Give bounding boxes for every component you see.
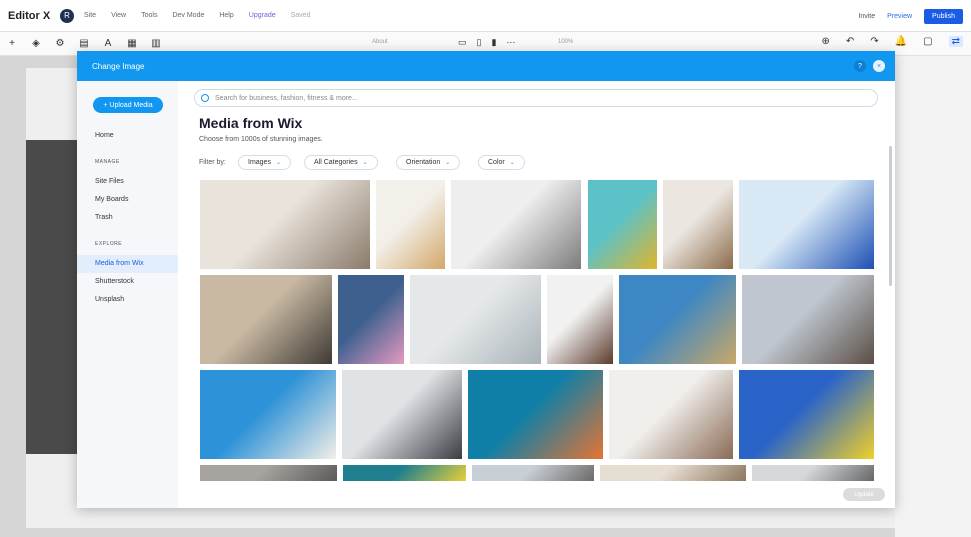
invite-button[interactable]: Invite (858, 13, 875, 20)
nav-trash[interactable]: Trash (95, 214, 113, 221)
search-placeholder: Search for business, fashion, fitness & … (215, 94, 358, 102)
page-selector[interactable]: About (372, 39, 388, 45)
filter-color-label: Color (488, 159, 505, 166)
image-tile-woman-yellow-coat[interactable] (588, 180, 657, 269)
menu-upgrade[interactable]: Upgrade (249, 12, 276, 19)
dialog-footer: Update (178, 481, 895, 508)
grid-scrollbar[interactable] (889, 146, 892, 286)
upload-media-button[interactable]: + Upload Media (93, 97, 163, 113)
image-tile-twins-mountain[interactable] (338, 275, 404, 364)
redo-icon[interactable]: ↷ (870, 36, 878, 47)
filter-label: Filter by: (199, 159, 226, 166)
chevron-down-icon: ⌄ (509, 160, 515, 166)
search-icon (201, 94, 209, 102)
help-icon[interactable]: ? (854, 60, 866, 72)
menu-view[interactable]: View (111, 12, 126, 19)
undo-icon[interactable]: ↶ (846, 36, 854, 47)
avatar[interactable]: R (60, 8, 74, 23)
dialog-header: Change Image ? × (77, 51, 895, 81)
image-tile-interior-plant[interactable] (663, 180, 733, 269)
nav-heading-explore: EXPLORE (95, 241, 123, 247)
filter-orientation-label: Orientation (406, 159, 441, 166)
comments-icon[interactable]: ▢ (923, 36, 932, 47)
image-tile-row4-d[interactable] (600, 465, 746, 481)
menu-site[interactable]: Site (84, 12, 96, 19)
search-input[interactable]: Search for business, fashion, fitness & … (194, 89, 878, 107)
menu-help[interactable]: Help (219, 12, 233, 19)
image-tile-students-chatting[interactable] (742, 275, 874, 364)
page-title: Media from Wix (199, 115, 303, 131)
page-subtitle: Choose from 1000s of stunning images. (199, 136, 323, 143)
close-icon[interactable]: × (873, 60, 885, 72)
image-tile-woman-white-shirt[interactable] (547, 275, 613, 364)
table-icon[interactable]: ▥ (144, 38, 168, 49)
mobile-icon[interactable]: ▮ (491, 37, 496, 48)
filter-orientation[interactable]: Orientation ⌄ (396, 155, 461, 170)
chevron-down-icon: ⌄ (275, 160, 281, 166)
image-tile-office-wheelchair[interactable] (451, 180, 581, 269)
image-tile-couple-kitchen[interactable] (609, 370, 733, 459)
change-image-dialog: Change Image ? × + Upload Media Home MAN… (77, 51, 895, 508)
filter-images[interactable]: Images ⌄ (238, 155, 291, 170)
menu-tools[interactable]: Tools (141, 12, 157, 19)
text-style-icon[interactable]: A (96, 38, 120, 49)
image-tile-flower-vase-blue[interactable] (200, 370, 336, 459)
top-bar: Editor X R Site View Tools Dev Mode Help… (0, 0, 971, 32)
filter-categories[interactable]: All Categories ⌄ (304, 155, 378, 170)
desktop-icon[interactable]: ▭ (458, 37, 467, 48)
image-tile-corridor-walkers[interactable] (342, 370, 462, 459)
dialog-sidebar: + Upload Media Home MANAGE Site Files My… (77, 81, 178, 508)
nav-my-boards[interactable]: My Boards (95, 196, 128, 203)
image-tile-row4-e[interactable] (752, 465, 874, 481)
image-tile-orange-flowers[interactable] (468, 370, 603, 459)
nav-media-from-wix[interactable]: Media from Wix (95, 260, 144, 267)
tablet-icon[interactable]: ▯ (477, 37, 482, 48)
inspector-icon[interactable]: ⇄ (948, 36, 963, 47)
image-tile-cafe-workspace[interactable] (200, 275, 332, 364)
add-icon[interactable]: + (0, 38, 24, 49)
nav-heading-manage: MANAGE (95, 159, 120, 165)
image-tile-row4-b[interactable] (343, 465, 466, 481)
nav-unsplash[interactable]: Unsplash (95, 296, 124, 303)
dialog-title: Change Image (92, 61, 145, 71)
menu-dev-mode[interactable]: Dev Mode (172, 12, 204, 19)
inspector-panel (895, 56, 971, 537)
image-tile-ukraine-flag[interactable] (739, 370, 874, 459)
notifications-icon[interactable]: 🔔 (895, 36, 907, 47)
chevron-down-icon: ⌄ (445, 160, 451, 166)
dialog-main: Search for business, fashion, fitness & … (178, 81, 895, 508)
components-icon[interactable]: ⚙ (48, 38, 72, 49)
image-tile-lamp-on-books[interactable] (376, 180, 445, 269)
image-tile-runner-beach[interactable] (739, 180, 874, 269)
filter-images-label: Images (248, 159, 271, 166)
image-tile-row4-a[interactable] (200, 465, 337, 481)
nav-site-files[interactable]: Site Files (95, 178, 124, 185)
nav-shutterstock[interactable]: Shutterstock (95, 278, 134, 285)
canvas-section (26, 140, 78, 454)
image-tile-two-women-meeting[interactable] (200, 180, 370, 269)
pages-icon[interactable]: ▤ (72, 38, 96, 49)
image-tile-seaside-umbrellas[interactable] (410, 275, 541, 364)
saved-status: Saved (290, 12, 311, 19)
main-menu: Site View Tools Dev Mode Help Upgrade Sa… (84, 12, 310, 19)
media-icon[interactable]: ▦ (120, 38, 144, 49)
update-button[interactable]: Update (843, 488, 885, 501)
zoom-level[interactable]: 100% (558, 39, 573, 45)
nav-home[interactable]: Home (95, 132, 114, 139)
filter-categories-label: All Categories (314, 159, 358, 166)
zoom-icon[interactable]: ⊕ (822, 36, 830, 47)
filter-color[interactable]: Color ⌄ (478, 155, 525, 170)
preview-button[interactable]: Preview (887, 13, 912, 20)
publish-button[interactable]: Publish (924, 8, 963, 24)
image-tile-beach-hammock[interactable] (619, 275, 736, 364)
chevron-down-icon: ⌄ (362, 160, 368, 166)
layers-icon[interactable]: ◈ (24, 38, 48, 49)
more-icon[interactable]: ⋯ (506, 37, 515, 48)
app-brand: Editor X (8, 9, 51, 22)
image-tile-row4-c[interactable] (472, 465, 594, 481)
